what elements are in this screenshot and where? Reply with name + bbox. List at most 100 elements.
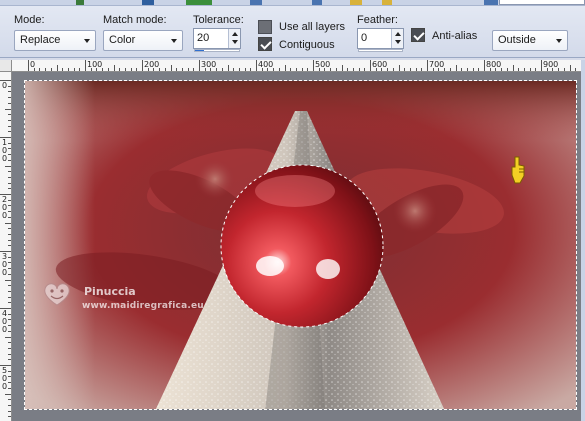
tolerance-slider[interactable] (194, 49, 240, 52)
ruler-minor-tick (563, 68, 565, 71)
ruler-minor-tick (8, 256, 11, 258)
ruler-minor-tick (489, 68, 491, 71)
ruler-tick (256, 60, 257, 71)
ruler-minor-tick (318, 68, 320, 71)
ruler-minor-tick (210, 68, 212, 71)
toolbar-icon[interactable] (312, 0, 322, 5)
ruler-minor-tick (8, 216, 11, 218)
anti-alias-checkbox[interactable] (411, 28, 425, 42)
ruler-corner (0, 60, 12, 72)
feather-slider[interactable] (358, 49, 403, 52)
toolbar-field[interactable] (499, 0, 585, 5)
ruler-minor-tick (8, 359, 11, 361)
ruler-minor-tick (290, 68, 292, 71)
ruler-minor-tick (523, 68, 525, 71)
ruler-minor-tick (495, 68, 497, 71)
contiguous-label[interactable]: Contiguous (279, 39, 335, 51)
ruler-minor-tick (8, 325, 11, 327)
toolbar-icon[interactable] (142, 0, 154, 5)
pointing-hand-icon (511, 156, 525, 184)
toolbar-icon[interactable] (350, 0, 362, 5)
ruler-label: 500 (315, 60, 331, 69)
ruler-minor-tick (535, 68, 537, 71)
ruler-tick (427, 60, 428, 71)
contiguous-checkbox[interactable] (258, 37, 272, 51)
watermark-url: www.maidiregrafica.eu (82, 301, 204, 311)
ruler-label: 300 (201, 60, 217, 69)
ruler-minor-tick (8, 91, 11, 93)
ruler-minor-tick (381, 68, 383, 71)
ruler-minor-tick (472, 68, 474, 71)
arrow-down-icon (232, 40, 238, 44)
toolbar-icon[interactable] (250, 0, 262, 5)
ruler-minor-tick (5, 165, 11, 167)
tolerance-spinbox[interactable]: 20 (193, 28, 241, 52)
ruler-minor-tick (529, 68, 531, 71)
ruler-minor-tick (307, 68, 309, 71)
mode-label: Mode: (14, 14, 45, 26)
horizontal-ruler: 0 100 200 300 400 500 600 700 800 900 (12, 60, 581, 72)
ruler-minor-tick (375, 68, 377, 71)
ruler-minor-tick (8, 268, 11, 270)
ruler-minor-tick (107, 68, 109, 71)
ruler-minor-tick (409, 68, 411, 71)
ruler-minor-tick (5, 222, 11, 224)
use-all-layers-checkbox[interactable] (258, 20, 272, 34)
ruler-tick (28, 60, 29, 71)
ruler-label: 800 (486, 60, 502, 69)
ruler-minor-tick (8, 342, 11, 344)
ruler-minor-tick (415, 68, 417, 71)
arrow-up-icon (232, 32, 238, 36)
ruler-minor-tick (5, 108, 11, 110)
ruler-minor-tick (278, 68, 280, 71)
use-all-layers-label[interactable]: Use all layers (279, 21, 345, 33)
ruler-minor-tick (8, 85, 11, 87)
ruler-minor-tick (8, 102, 11, 104)
ruler-minor-tick (5, 393, 11, 395)
ruler-minor-tick (267, 68, 269, 71)
ruler-label: 200 (144, 60, 160, 69)
ruler-minor-tick (8, 285, 11, 287)
ruler-minor-tick (164, 68, 166, 71)
ruler-minor-tick (50, 68, 52, 71)
ruler-minor-tick (8, 302, 11, 304)
tolerance-stepper[interactable] (228, 29, 240, 48)
tolerance-slider-fill (195, 50, 204, 51)
toolbar-icon[interactable] (382, 0, 392, 5)
ruler-minor-tick (176, 68, 178, 71)
ruler-minor-tick (8, 376, 11, 378)
chevron-down-icon (84, 39, 90, 43)
ruler-minor-tick (216, 68, 218, 71)
ruler-minor-tick (352, 68, 354, 71)
ruler-minor-tick (8, 239, 11, 241)
vertical-scrollbar[interactable] (581, 60, 585, 421)
ruler-minor-tick (387, 68, 389, 71)
ruler-minor-tick (8, 125, 11, 127)
fill-mode-select[interactable]: Outside (492, 30, 568, 51)
ruler-minor-tick (56, 65, 58, 71)
match-mode-select[interactable]: Color (103, 30, 183, 51)
tolerance-value: 20 (197, 32, 210, 44)
ruler-minor-tick (335, 68, 337, 71)
feather-spinbox[interactable]: 0 (357, 28, 404, 52)
ruler-minor-tick (8, 370, 11, 372)
toolbar-icon[interactable] (484, 0, 498, 5)
ruler-minor-tick (8, 199, 11, 201)
ruler-tick (199, 60, 200, 71)
feather-stepper[interactable] (391, 29, 403, 48)
ruler-label: 400 (258, 60, 274, 69)
ruler-minor-tick (341, 65, 343, 71)
ruler-tick (541, 60, 542, 71)
mode-select[interactable]: Replace (14, 30, 96, 51)
anti-alias-label[interactable]: Anti-alias (432, 30, 477, 42)
ruler-minor-tick (5, 279, 11, 281)
ruler-minor-tick (398, 65, 400, 71)
image-canvas[interactable] (24, 80, 577, 410)
toolbar-icon[interactable] (76, 0, 84, 5)
ruler-minor-tick (244, 68, 246, 71)
ruler-minor-tick (8, 290, 11, 292)
ruler-label: 100 (87, 60, 103, 69)
arrow-down-icon (395, 40, 401, 44)
ruler-minor-tick (449, 68, 451, 71)
toolbar-icon[interactable] (186, 0, 212, 5)
